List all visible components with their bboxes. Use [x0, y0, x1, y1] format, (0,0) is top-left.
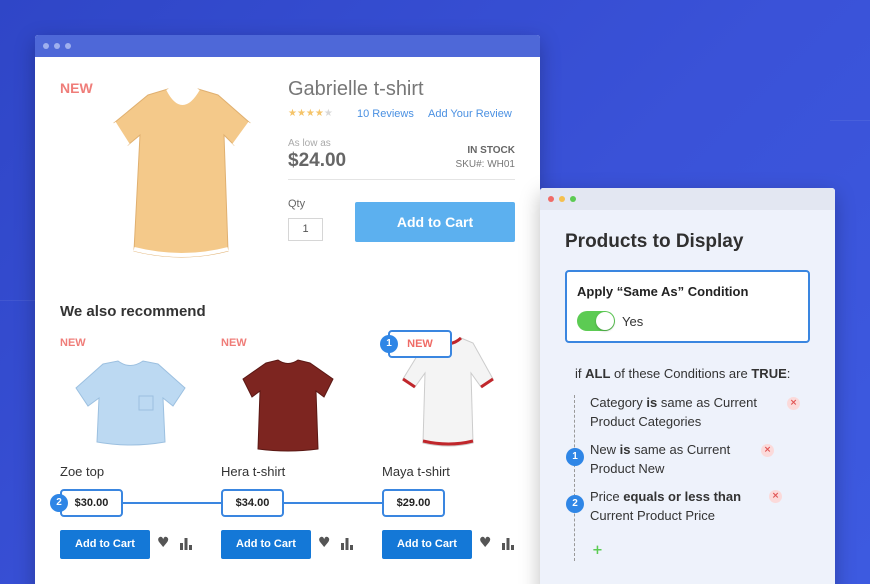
remove-icon[interactable]: ×	[787, 397, 800, 410]
product-price: $24.00	[288, 150, 347, 171]
same-as-condition-box: Apply “Same As” Condition Yes	[565, 270, 810, 343]
window-dot	[65, 43, 71, 49]
new-tag: NEW	[60, 80, 93, 96]
marker-1: 1	[566, 448, 584, 466]
product-name[interactable]: Zoe top	[60, 464, 104, 479]
add-to-cart-button[interactable]: Add to Cart	[221, 530, 311, 559]
remove-icon[interactable]: ×	[769, 490, 782, 503]
condition-value[interactable]: Product New	[590, 461, 664, 476]
condition-box-title: Apply “Same As” Condition	[577, 284, 749, 299]
condition-value[interactable]: Product Categories	[590, 414, 701, 429]
add-to-cart-button[interactable]: Add to Cart	[60, 530, 150, 559]
conditions-tree-line	[574, 395, 575, 561]
condition-value[interactable]: Current Product Price	[590, 508, 715, 523]
conditions-summary: if ALL of these Conditions are TRUE:	[575, 366, 790, 381]
recommend-heading: We also recommend	[60, 303, 206, 320]
toggle-knob	[596, 312, 614, 330]
connector-line	[284, 502, 382, 504]
conditions-window: Products to Display Apply “Same As” Cond…	[540, 188, 835, 584]
product-title: Gabrielle t-shirt	[288, 78, 424, 100]
compare-icon[interactable]	[179, 538, 193, 550]
condition-row[interactable]: Category is same as Current Product Cate…	[590, 393, 757, 431]
as-low-as-label: As low as	[288, 138, 331, 149]
if-suffix: :	[786, 366, 791, 381]
condition-operator[interactable]: is	[620, 442, 631, 457]
condition-attribute[interactable]: New	[590, 442, 616, 457]
compare-icon[interactable]	[340, 538, 354, 550]
new-tag: NEW	[60, 337, 86, 349]
remove-icon[interactable]: ×	[761, 444, 774, 457]
rating-stars: ★★★★★	[288, 108, 333, 119]
if-middle: of these Conditions are	[614, 366, 748, 381]
reviews-link[interactable]: 10 Reviews	[357, 108, 414, 120]
product-image[interactable]	[110, 83, 255, 263]
condition-row[interactable]: Price equals or less than Current Produc…	[590, 487, 741, 525]
condition-operator[interactable]: equals or less than	[623, 489, 741, 504]
add-review-link[interactable]: Add Your Review	[428, 108, 512, 120]
side-window-titlebar	[540, 188, 835, 210]
toggle-label: Yes	[622, 314, 644, 329]
marker-2: 2	[566, 495, 584, 513]
panel-title: Products to Display	[565, 231, 744, 252]
condition-operator[interactable]: is	[646, 395, 657, 410]
main-window-titlebar	[35, 35, 540, 57]
marker-2: 2	[50, 494, 68, 512]
condition-value[interactable]: same as Current	[634, 442, 730, 457]
heart-icon[interactable]: ♥	[479, 535, 492, 551]
condition-attribute[interactable]: Price	[590, 489, 620, 504]
window-dot	[43, 43, 49, 49]
maximize-dot[interactable]	[570, 196, 576, 202]
price-badge: $30.00	[60, 489, 123, 517]
product-name[interactable]: Hera t-shirt	[221, 464, 285, 479]
if-prefix: if	[575, 366, 582, 381]
condition-row[interactable]: New is same as Current Product New	[590, 440, 730, 478]
heart-icon[interactable]: ♥	[157, 535, 170, 551]
same-as-toggle[interactable]	[577, 311, 615, 331]
add-condition-icon[interactable]: +	[592, 543, 603, 558]
heart-icon[interactable]: ♥	[318, 535, 331, 551]
price-badge: $29.00	[382, 489, 445, 517]
if-true-dropdown[interactable]: TRUE	[751, 366, 786, 381]
qty-input[interactable]: 1	[288, 218, 323, 241]
add-to-cart-button[interactable]: Add to Cart	[382, 530, 472, 559]
product-page-window: NEW Gabrielle t-shirt ★★★★★ 10 Reviews A…	[35, 35, 540, 584]
condition-value[interactable]: same as Current	[661, 395, 757, 410]
new-tag: NEW	[221, 337, 247, 349]
condition-attribute[interactable]: Category	[590, 395, 643, 410]
marker-1: 1	[380, 335, 398, 353]
stock-status: IN STOCK	[467, 145, 515, 156]
window-dot	[54, 43, 60, 49]
qty-label: Qty	[288, 198, 306, 210]
compare-icon[interactable]	[501, 538, 515, 550]
hera-tshirt-image[interactable]	[238, 357, 338, 452]
zoe-top-image[interactable]	[73, 358, 188, 448]
close-dot[interactable]	[548, 196, 554, 202]
sku-label: SKU#: WH01	[455, 159, 515, 170]
connector-line	[123, 502, 221, 504]
price-badge: $34.00	[221, 489, 284, 517]
if-all-dropdown[interactable]: ALL	[585, 366, 610, 381]
product-name[interactable]: Maya t-shirt	[382, 464, 450, 479]
divider	[288, 179, 515, 180]
add-to-cart-button[interactable]: Add to Cart	[355, 202, 515, 242]
minimize-dot[interactable]	[559, 196, 565, 202]
